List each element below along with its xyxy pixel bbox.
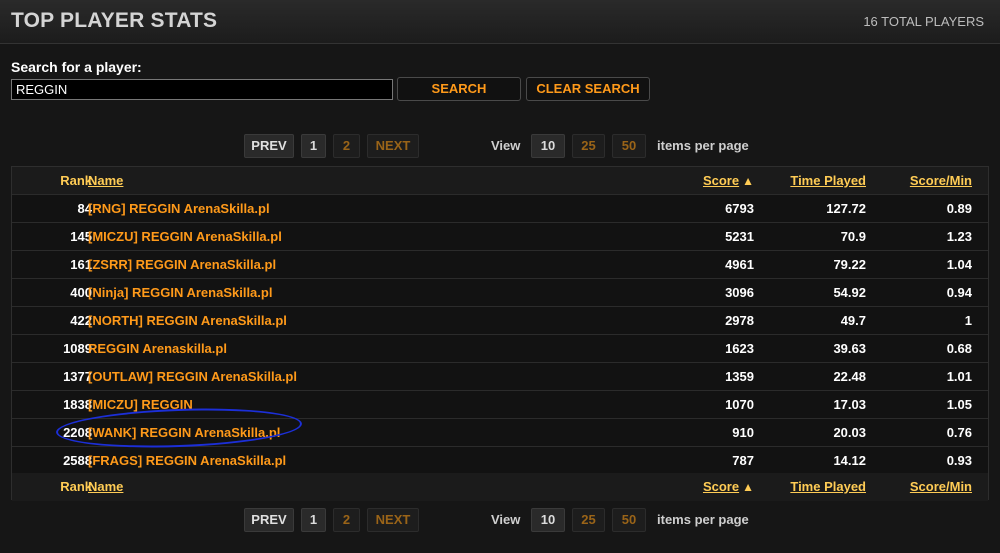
pagination-top: PREV 1 2 NEXT View 10 25 50 items per pa… — [0, 134, 1000, 158]
score-per-min-cell: 1.04 — [946, 257, 972, 272]
search-input[interactable] — [11, 79, 393, 100]
column-header-time-played[interactable]: Time Played — [790, 167, 866, 195]
player-name-link[interactable]: [Ninja] REGGIN ArenaSkilla.pl — [88, 279, 272, 307]
time-played-cell: 39.63 — [833, 341, 866, 356]
next-page-button[interactable]: NEXT — [367, 134, 419, 158]
column-footer-score[interactable]: Score ▲ — [703, 473, 754, 501]
page-2-button[interactable]: 2 — [333, 134, 360, 158]
player-name-link[interactable]: [MICZU] REGGIN — [88, 391, 193, 419]
table-row: 1377 [OUTLAW] REGGIN ArenaSkilla.pl 1359… — [12, 363, 988, 391]
per-page-25-button[interactable]: 25 — [572, 134, 605, 158]
score-cell: 910 — [732, 425, 754, 440]
page-1-button[interactable]: 1 — [301, 508, 326, 532]
column-footer-score-label[interactable]: Score — [703, 479, 739, 494]
table-row: 161 [ZSRR] REGGIN ArenaSkilla.pl 4961 79… — [12, 251, 988, 279]
score-cell: 6793 — [725, 201, 754, 216]
column-header-score[interactable]: Score ▲ — [703, 167, 754, 195]
search-label: Search for a player: — [11, 59, 142, 75]
page-title: TOP PLAYER STATS — [11, 9, 218, 32]
time-played-cell: 14.12 — [833, 453, 866, 468]
prev-page-button[interactable]: PREV — [244, 134, 294, 158]
column-header-score-label[interactable]: Score — [703, 173, 739, 188]
table-footer-row: Rank Name Score ▲ Time Played Score/Min — [12, 473, 988, 501]
table-row: 1089 REGGIN Arenaskilla.pl 1623 39.63 0.… — [12, 335, 988, 363]
view-label: View — [491, 512, 521, 527]
per-page-10-button[interactable]: 10 — [531, 134, 565, 158]
score-cell: 787 — [732, 453, 754, 468]
player-name-link[interactable]: REGGIN Arenaskilla.pl — [88, 335, 227, 363]
table-row: 2208 [WANK] REGGIN ArenaSkilla.pl 910 20… — [12, 419, 988, 447]
column-footer-score-per-min[interactable]: Score/Min — [910, 473, 972, 501]
score-per-min-cell: 0.93 — [946, 453, 972, 468]
sort-ascending-icon: ▲ — [742, 174, 754, 188]
time-played-cell: 70.9 — [840, 229, 866, 244]
time-played-cell: 54.92 — [833, 285, 866, 300]
pagination-bottom: PREV 1 2 NEXT View 10 25 50 items per pa… — [0, 508, 1000, 532]
score-per-min-cell: 0.76 — [946, 425, 972, 440]
player-name-link[interactable]: [RNG] REGGIN ArenaSkilla.pl — [88, 195, 270, 223]
table-row: 84 [RNG] REGGIN ArenaSkilla.pl 6793 127.… — [12, 195, 988, 223]
time-played-cell: 79.22 — [833, 257, 866, 272]
table-row: 400 [Ninja] REGGIN ArenaSkilla.pl 3096 5… — [12, 279, 988, 307]
score-cell: 5231 — [725, 229, 754, 244]
table-header-row: Rank Name Score ▲ Time Played Score/Min — [12, 167, 988, 195]
player-name-link[interactable]: [ZSRR] REGGIN ArenaSkilla.pl — [88, 251, 276, 279]
clear-search-button[interactable]: CLEAR SEARCH — [526, 77, 650, 101]
score-per-min-cell: 1.05 — [946, 397, 972, 412]
items-per-page-label: items per page — [657, 138, 749, 153]
table-row: 422 [NORTH] REGGIN ArenaSkilla.pl 2978 4… — [12, 307, 988, 335]
score-per-min-cell: 0.94 — [946, 285, 972, 300]
per-page-50-button[interactable]: 50 — [612, 134, 646, 158]
score-per-min-cell: 0.68 — [946, 341, 972, 356]
column-footer-name[interactable]: Name — [88, 473, 123, 501]
score-cell: 1623 — [725, 341, 754, 356]
table-row: 1838 [MICZU] REGGIN 1070 17.03 1.05 — [12, 391, 988, 419]
score-cell: 1359 — [725, 369, 754, 384]
player-name-link[interactable]: [FRAGS] REGGIN ArenaSkilla.pl — [88, 447, 286, 475]
prev-page-button[interactable]: PREV — [244, 508, 294, 532]
score-cell: 1070 — [725, 397, 754, 412]
time-played-cell: 22.48 — [833, 369, 866, 384]
page-2-button[interactable]: 2 — [333, 508, 360, 532]
table-row: 2588 [FRAGS] REGGIN ArenaSkilla.pl 787 1… — [12, 447, 988, 475]
items-per-page-label: items per page — [657, 512, 749, 527]
column-header-name[interactable]: Name — [88, 167, 123, 195]
player-name-link[interactable]: [MICZU] REGGIN ArenaSkilla.pl — [88, 223, 282, 251]
per-page-10-button[interactable]: 10 — [531, 508, 565, 532]
table-row: 145 [MICZU] REGGIN ArenaSkilla.pl 5231 7… — [12, 223, 988, 251]
page-1-button[interactable]: 1 — [301, 134, 326, 158]
per-page-25-button[interactable]: 25 — [572, 508, 605, 532]
time-played-cell: 17.03 — [833, 397, 866, 412]
total-players-count: 16 TOTAL PLAYERS — [863, 14, 984, 29]
time-played-cell: 49.7 — [840, 313, 866, 328]
next-page-button[interactable]: NEXT — [367, 508, 419, 532]
column-header-score-per-min[interactable]: Score/Min — [910, 167, 972, 195]
time-played-cell: 20.03 — [833, 425, 866, 440]
score-cell: 3096 — [725, 285, 754, 300]
sort-ascending-icon: ▲ — [742, 480, 754, 494]
score-per-min-cell: 1 — [964, 313, 972, 328]
player-stats-table: Rank Name Score ▲ Time Played Score/Min 8… — [11, 166, 989, 501]
player-name-link[interactable]: [OUTLAW] REGGIN ArenaSkilla.pl — [88, 363, 297, 391]
player-name-link[interactable]: [NORTH] REGGIN ArenaSkilla.pl — [88, 307, 287, 335]
view-label: View — [491, 138, 521, 153]
player-name-link[interactable]: [WANK] REGGIN ArenaSkilla.pl — [88, 419, 280, 447]
score-per-min-cell: 1.01 — [946, 369, 972, 384]
score-cell: 2978 — [725, 313, 754, 328]
score-per-min-cell: 0.89 — [946, 201, 972, 216]
per-page-50-button[interactable]: 50 — [612, 508, 646, 532]
score-cell: 4961 — [725, 257, 754, 272]
header-bar: TOP PLAYER STATS 16 TOTAL PLAYERS — [0, 0, 1000, 44]
score-per-min-cell: 1.23 — [946, 229, 972, 244]
search-button[interactable]: SEARCH — [397, 77, 521, 101]
time-played-cell: 127.72 — [826, 201, 866, 216]
column-footer-time-played[interactable]: Time Played — [790, 473, 866, 501]
